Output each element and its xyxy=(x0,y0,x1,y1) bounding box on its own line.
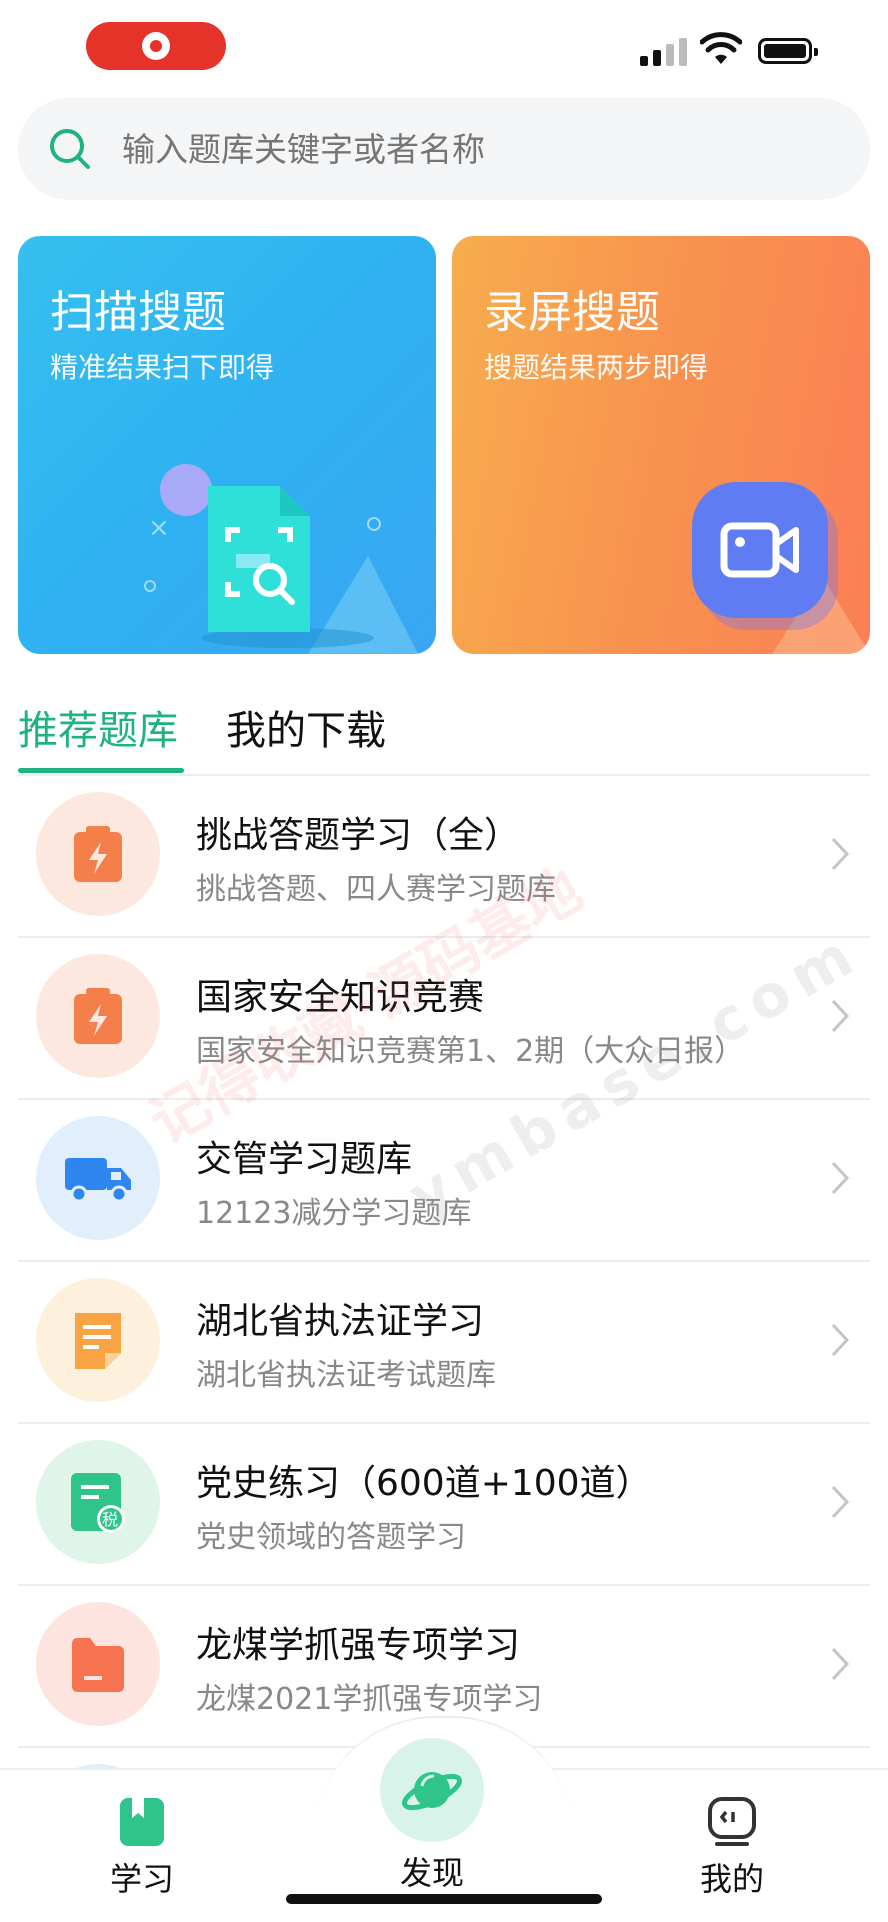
svg-text:税: 税 xyxy=(102,1510,118,1529)
tab-bar: 推荐题库 我的下载 xyxy=(18,690,870,776)
item-subtitle: 国家安全知识竞赛第1、2期（大众日报） xyxy=(196,1034,745,1069)
profile-face-icon xyxy=(708,1797,756,1846)
search-bar[interactable] xyxy=(18,98,870,200)
nav-mine[interactable]: 我的 xyxy=(700,1796,764,1900)
record-card-subtitle: 搜题结果两步即得 xyxy=(484,351,709,384)
chevron-right-icon xyxy=(831,1485,850,1519)
truck-icon xyxy=(36,1116,160,1240)
chevron-right-icon xyxy=(831,1323,850,1357)
record-search-card[interactable]: 录屏搜题 搜题结果两步即得 xyxy=(452,236,870,654)
item-subtitle: 12123减分学习题库 xyxy=(196,1196,472,1231)
scan-card-title: 扫描搜题 xyxy=(50,287,226,338)
video-camera-icon xyxy=(692,482,870,654)
folder-icon xyxy=(36,1602,160,1726)
record-card-title: 录屏搜题 xyxy=(484,287,660,338)
nav-discover[interactable]: 发现 xyxy=(380,1738,484,1894)
clipboard-bolt-icon xyxy=(36,792,160,916)
tab-recommended[interactable]: 推荐题库 xyxy=(18,698,178,756)
scan-illustration-icon: × xyxy=(144,464,418,654)
item-title: 挑战答题学习（全） xyxy=(196,815,521,856)
wifi-icon xyxy=(700,32,742,64)
tax-document-icon: 税 xyxy=(36,1440,160,1564)
chevron-right-icon xyxy=(831,1161,850,1195)
screen-record-indicator[interactable] xyxy=(86,22,226,70)
item-subtitle: 湖北省执法证考试题库 xyxy=(196,1358,496,1393)
scan-card-subtitle: 精准结果扫下即得 xyxy=(50,351,275,384)
list-item[interactable]: 交管学习题库 12123减分学习题库 xyxy=(18,1100,870,1262)
item-title: 党史练习（600道+100道） xyxy=(196,1463,652,1504)
search-input[interactable] xyxy=(120,128,804,170)
planet-icon xyxy=(380,1738,484,1842)
search-icon xyxy=(50,129,90,169)
clipboard-bolt-icon xyxy=(36,954,160,1078)
home-indicator[interactable] xyxy=(286,1894,602,1904)
list-item[interactable]: 挑战答题学习（全） 挑战答题、四人赛学习题库 xyxy=(18,776,870,938)
svg-text:×: × xyxy=(148,513,170,543)
battery-icon xyxy=(758,38,818,64)
chevron-right-icon xyxy=(831,837,850,871)
item-title: 交管学习题库 xyxy=(196,1139,413,1180)
item-title: 龙煤学抓强专项学习 xyxy=(196,1625,521,1666)
scan-search-card[interactable]: 扫描搜题 精准结果扫下即得 × xyxy=(18,236,436,654)
list-item[interactable]: 湖北省执法证学习 湖北省执法证考试题库 xyxy=(18,1262,870,1424)
book-icon xyxy=(120,1798,164,1846)
list-item[interactable]: 国家安全知识竞赛 国家安全知识竞赛第1、2期（大众日报） xyxy=(18,938,870,1100)
nav-study[interactable]: 学习 xyxy=(110,1796,174,1900)
chevron-right-icon xyxy=(831,999,850,1033)
list-item[interactable]: 税 党史练习（600道+100道） 党史领域的答题学习 xyxy=(18,1424,870,1586)
record-icon xyxy=(142,32,170,60)
tab-my-downloads[interactable]: 我的下载 xyxy=(226,698,386,756)
item-subtitle: 龙煤2021学抓强专项学习 xyxy=(196,1682,543,1717)
nav-discover-label: 发现 xyxy=(399,1854,464,1892)
item-title: 国家安全知识竞赛 xyxy=(196,977,485,1018)
chevron-right-icon xyxy=(831,1647,850,1681)
nav-study-label: 学习 xyxy=(110,1860,175,1898)
tab-underline xyxy=(18,768,184,773)
signal-icon xyxy=(640,36,687,66)
document-icon xyxy=(36,1278,160,1402)
status-bar xyxy=(0,0,888,96)
item-subtitle: 党史领域的答题学习 xyxy=(196,1520,466,1555)
item-subtitle: 挑战答题、四人赛学习题库 xyxy=(196,872,556,907)
nav-mine-label: 我的 xyxy=(700,1860,765,1898)
item-title: 湖北省执法证学习 xyxy=(196,1301,485,1342)
